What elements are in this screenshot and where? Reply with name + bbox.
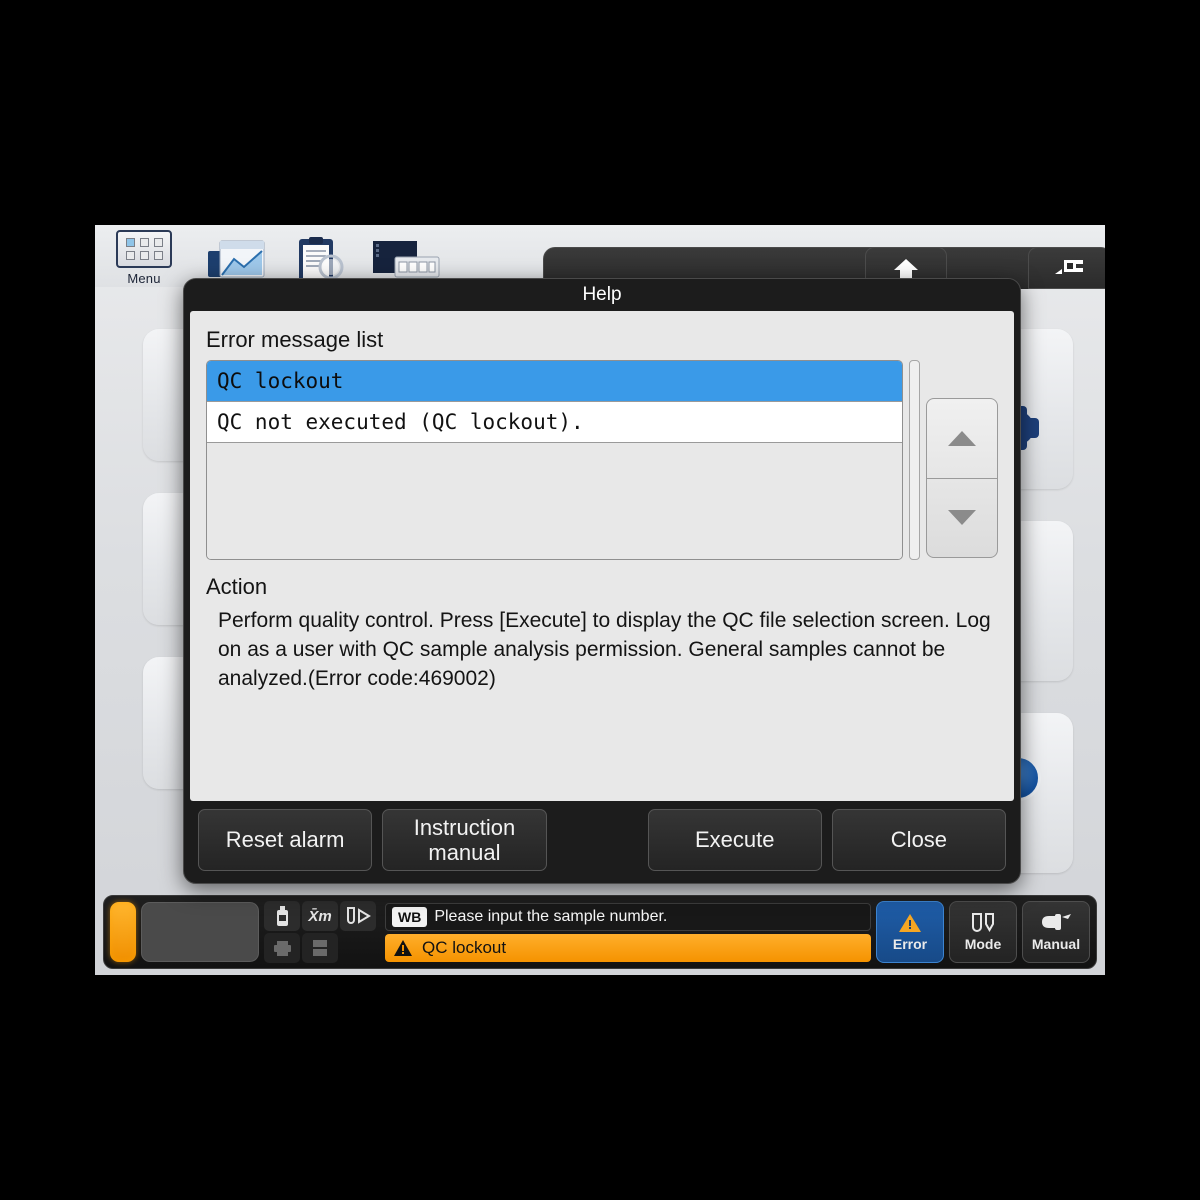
- analysis-chart-icon[interactable]: [200, 237, 274, 283]
- status-bar: X̄m WB Please input the sample number. Q…: [103, 895, 1097, 969]
- list-item[interactable]: QC not executed (QC lockout).: [207, 402, 902, 443]
- status-blank-panel: [141, 902, 259, 962]
- action-area: Action Perform quality control. Press [E…: [206, 574, 998, 694]
- status-icon-group: X̄m: [264, 901, 376, 963]
- dialog-buttons: Reset alarm Instruction manual Execute C…: [184, 801, 1020, 879]
- execute-button[interactable]: Execute: [647, 809, 822, 871]
- instruction-manual-button[interactable]: Instruction manual: [382, 809, 547, 871]
- statusbar-manual-label: Manual: [1031, 936, 1081, 952]
- scroll-down-button[interactable]: [927, 477, 997, 558]
- list-scroll-buttons: [926, 398, 998, 558]
- scroll-up-button[interactable]: [927, 399, 997, 478]
- orange-status-indicator: [110, 902, 136, 962]
- grid-menu-icon: [116, 230, 172, 268]
- error-message-list[interactable]: QC lockout QC not executed (QC lockout).: [206, 360, 903, 560]
- sample-tube-play-icon[interactable]: [340, 901, 376, 931]
- status-error-row[interactable]: QC lockout: [385, 933, 871, 962]
- qc-rack-icon[interactable]: [367, 237, 445, 283]
- error-list-area: QC lockout QC not executed (QC lockout).: [206, 360, 998, 560]
- statusbar-mode-button[interactable]: Mode: [949, 901, 1017, 963]
- status-info-row: WB Please input the sample number.: [385, 902, 871, 931]
- list-scrollbar[interactable]: [909, 360, 920, 560]
- reagent-bottle-icon[interactable]: [264, 901, 300, 931]
- close-button[interactable]: Close: [831, 809, 1007, 871]
- statusbar-error-label: Error: [892, 936, 928, 952]
- sample-mode-badge: WB: [392, 906, 428, 927]
- dialog-content: Error message list QC lockout QC not exe…: [190, 311, 1014, 801]
- xm-mean-icon[interactable]: X̄m: [302, 901, 338, 931]
- status-message: Please input the sample number.: [434, 907, 668, 925]
- statusbar-error-button[interactable]: Error: [876, 901, 944, 963]
- dialog-title: Help: [184, 279, 1020, 311]
- triangle-down-icon: [948, 510, 976, 526]
- warning-triangle-icon: [394, 939, 412, 956]
- statusbar-manual-button[interactable]: Manual: [1022, 901, 1090, 963]
- help-dialog: Help Error message list QC lockout QC no…: [183, 278, 1021, 884]
- status-message-area: WB Please input the sample number. QC lo…: [381, 902, 871, 962]
- action-heading: Action: [206, 574, 268, 599]
- status-error-text: QC lockout: [422, 937, 507, 957]
- hand-tube-icon: [1042, 914, 1071, 930]
- statusbar-mode-label: Mode: [964, 936, 1002, 952]
- toolbar-menu-label: Menu: [127, 271, 161, 286]
- worklist-clipboard-icon[interactable]: [285, 237, 355, 283]
- host-server-icon[interactable]: [302, 933, 338, 963]
- printer-icon[interactable]: [264, 933, 300, 963]
- list-empty-area: [207, 443, 902, 559]
- reset-alarm-button[interactable]: Reset alarm: [198, 809, 373, 871]
- action-description: Perform quality control. Press [Execute]…: [218, 609, 991, 690]
- toolbar-menu-button[interactable]: Menu: [107, 230, 181, 286]
- header-logoff-button[interactable]: [1028, 247, 1105, 289]
- logoff-screen-icon: [1055, 260, 1083, 274]
- warning-triangle-icon: [899, 914, 921, 932]
- error-list-heading: Error message list: [206, 327, 384, 352]
- tubes-icon: [972, 913, 994, 932]
- triangle-up-icon: [948, 430, 976, 446]
- list-item[interactable]: QC lockout: [207, 361, 902, 402]
